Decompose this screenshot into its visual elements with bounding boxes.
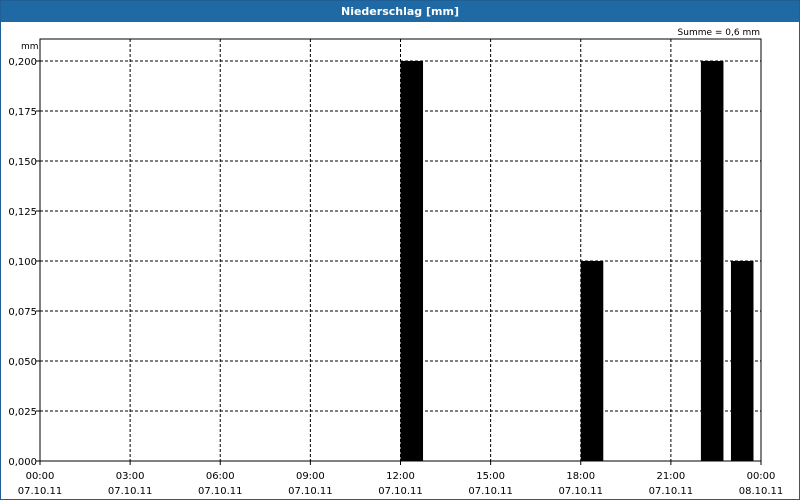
y-tick-label: 0,000 (8, 457, 37, 468)
y-tick-label: 0,050 (8, 357, 37, 368)
y-axis-ticks: 0,000 0,025 0,050 0,075 0,100 0,125 0,150 0,175… (8, 57, 40, 468)
x-tick-time: 00:00 (26, 471, 55, 482)
y-tick-label: 0,075 (8, 307, 37, 318)
y-tick-label: 0,200 (8, 57, 37, 68)
x-tick-time: 12:00 (386, 471, 415, 482)
y-tick-label: 0,125 (8, 207, 37, 218)
x-tick-date: 07.10.11 (108, 486, 153, 497)
x-tick-time: 21:00 (656, 471, 685, 482)
y-tick-label: 0,175 (8, 107, 37, 118)
x-tick-date: 07.10.11 (198, 486, 243, 497)
x-tick-date: 07.10.11 (18, 486, 63, 497)
x-tick-time: 06:00 (206, 471, 235, 482)
x-tick-time: 09:00 (296, 471, 325, 482)
x-tick-date: 07.10.11 (288, 486, 333, 497)
bar (730, 261, 754, 461)
x-tick-date: 07.10.11 (468, 486, 513, 497)
y-tick-label: 0,025 (8, 407, 37, 418)
x-tick-date: 08.10.11 (739, 486, 784, 497)
sum-annotation: Summe = 0,6 mm (678, 28, 760, 38)
y-axis-label: mm (21, 42, 39, 52)
x-tick-date: 07.10.11 (558, 486, 603, 497)
x-tick-time: 18:00 (566, 471, 595, 482)
bar (700, 61, 724, 461)
x-tick-time: 00:00 (747, 471, 776, 482)
x-tick-time: 03:00 (116, 471, 145, 482)
x-tick-date: 07.10.11 (378, 486, 423, 497)
bar (580, 261, 604, 461)
y-tick-label: 0,150 (8, 157, 37, 168)
x-tick-date: 07.10.11 (649, 486, 694, 497)
bar (400, 61, 424, 461)
x-axis-ticks: 00:00 07.10.11 03:00 07.10.11 06:00 07.10.11 0… (18, 461, 784, 497)
x-tick-time: 15:00 (476, 471, 505, 482)
y-tick-label: 0,100 (8, 257, 37, 268)
precipitation-chart: 0,000 0,025 0,050 0,075 0,100 0,125 0,150 0,175… (8, 28, 784, 497)
